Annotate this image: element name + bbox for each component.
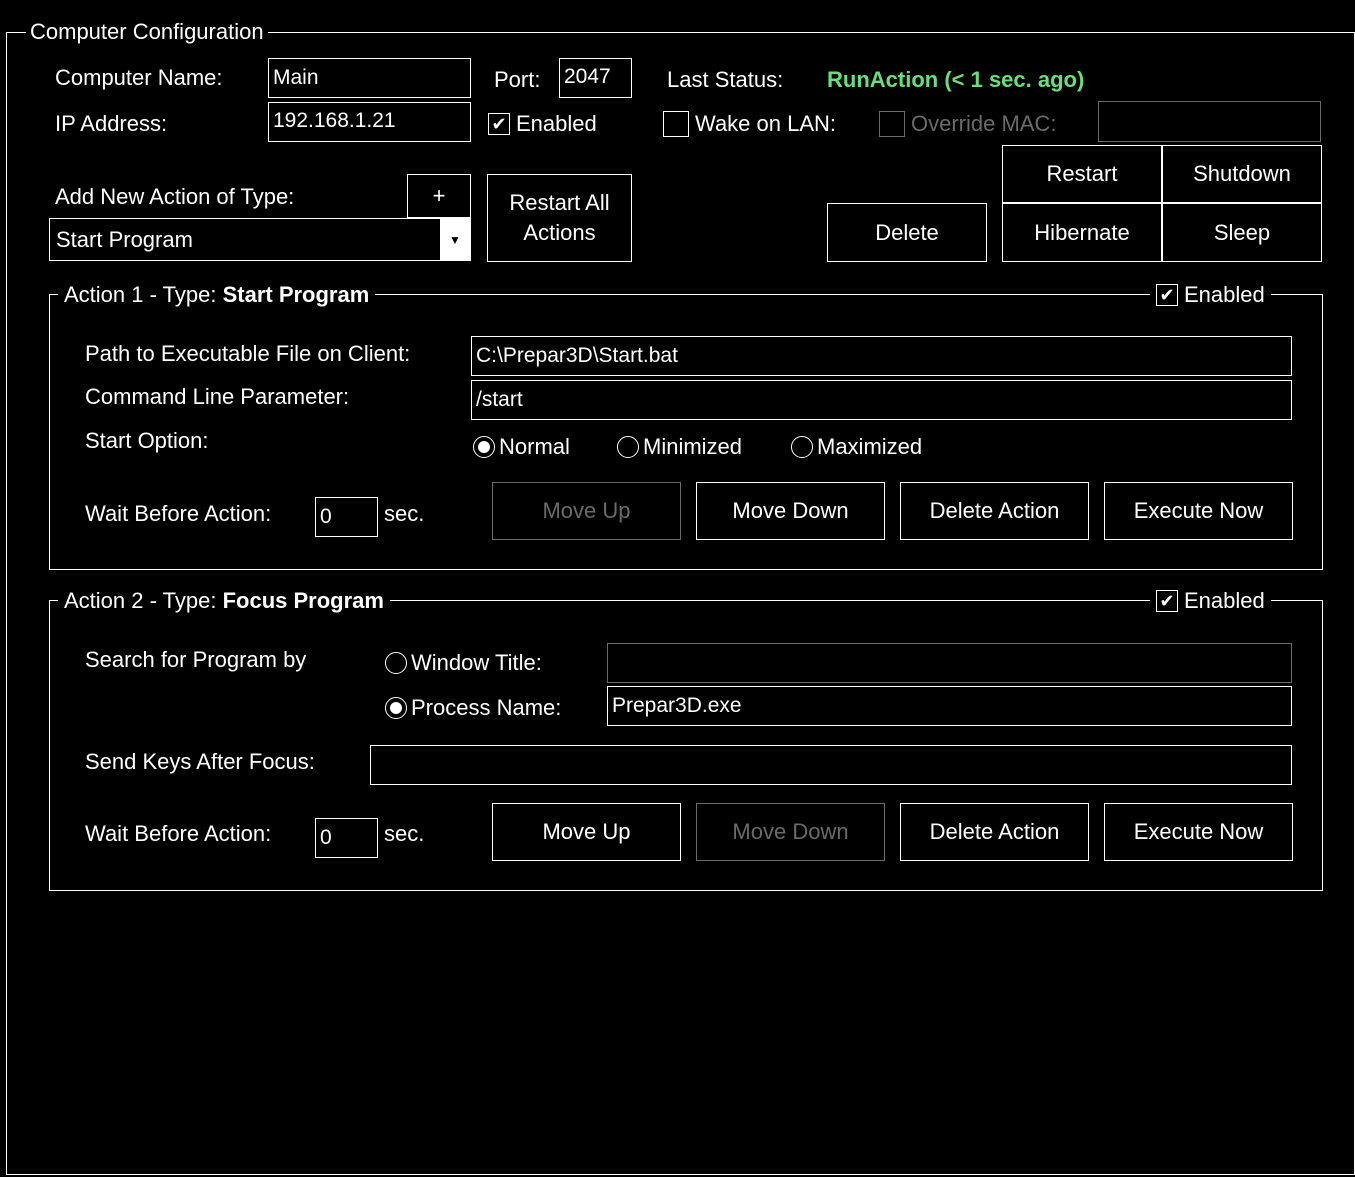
- sleep-button[interactable]: Sleep: [1162, 203, 1322, 262]
- add-action-button[interactable]: +: [407, 174, 471, 218]
- computer-config-legend: Computer Configuration: [26, 19, 268, 45]
- restart-all-line2: Actions: [523, 220, 596, 245]
- action1-wait-field[interactable]: 0: [315, 497, 378, 537]
- enabled-label: Enabled: [516, 111, 597, 136]
- add-action-label: Add New Action of Type:: [55, 184, 295, 209]
- window-title-field[interactable]: [607, 643, 1292, 683]
- action1-execute-button[interactable]: Execute Now: [1104, 482, 1293, 540]
- cmd-param-field[interactable]: /start: [471, 380, 1292, 420]
- search-by-label: Search for Program by: [85, 647, 307, 672]
- start-option-label: Start Option:: [85, 428, 209, 453]
- check-icon: ✔: [1156, 590, 1178, 612]
- check-icon: ✔: [488, 113, 510, 135]
- send-keys-label: Send Keys After Focus:: [85, 749, 315, 774]
- hibernate-button[interactable]: Hibernate: [1002, 203, 1162, 262]
- last-status-label: Last Status:: [667, 67, 784, 92]
- action-type-selected: Start Program: [56, 226, 193, 252]
- shutdown-button[interactable]: Shutdown: [1162, 145, 1322, 203]
- restart-all-actions-button[interactable]: Restart All Actions: [487, 174, 632, 262]
- action2-wait-field[interactable]: 0: [315, 818, 378, 858]
- radio-normal-label: Normal: [499, 434, 570, 459]
- radio-minimized-label: Minimized: [643, 434, 743, 459]
- restart-button[interactable]: Restart: [1002, 145, 1162, 203]
- radio-maximized[interactable]: Maximized: [791, 434, 922, 460]
- port-label: Port:: [494, 67, 541, 92]
- radio-maximized-label: Maximized: [817, 434, 923, 459]
- action1-move-up-button[interactable]: Move Up: [492, 482, 681, 540]
- action2-enabled-label: Enabled: [1184, 588, 1265, 613]
- action1-move-down-button[interactable]: Move Down: [696, 482, 885, 540]
- action2-legend-prefix: Action 2 - Type:: [64, 588, 217, 613]
- action2-wait-unit: sec.: [384, 821, 425, 846]
- wake-on-lan-checkbox[interactable]: Wake on LAN:: [663, 111, 836, 137]
- last-status-value: RunAction (< 1 sec. ago): [827, 67, 1085, 92]
- restart-all-line1: Restart All: [509, 190, 610, 215]
- action2-legend-type: Focus Program: [222, 588, 384, 613]
- ip-address-label: IP Address:: [55, 111, 168, 136]
- radio-window-title[interactable]: Window Title:: [385, 650, 542, 676]
- action1-legend-type: Start Program: [222, 282, 370, 307]
- radio-selected-icon: [385, 697, 407, 719]
- radio-selected-icon: [473, 436, 495, 458]
- action1-legend: Action 1 - Type: Start Program: [58, 282, 376, 308]
- process-name-label: Process Name:: [411, 695, 562, 720]
- path-field[interactable]: C:\Prepar3D\Start.bat: [471, 336, 1292, 376]
- computer-name-field[interactable]: Main: [268, 58, 471, 98]
- path-label: Path to Executable File on Client:: [85, 341, 411, 366]
- enabled-checkbox[interactable]: ✔ Enabled: [488, 111, 597, 137]
- action-type-dropdown[interactable]: Start Program ▼: [49, 218, 471, 261]
- override-mac-field[interactable]: [1098, 101, 1321, 142]
- action1-enabled-checkbox[interactable]: ✔ Enabled: [1150, 282, 1271, 308]
- override-mac-label: Override MAC:: [911, 111, 1057, 136]
- action1-enabled-label: Enabled: [1184, 282, 1265, 307]
- cmd-param-label: Command Line Parameter:: [85, 384, 350, 409]
- port-field[interactable]: 2047: [559, 58, 632, 98]
- action2-delete-button[interactable]: Delete Action: [900, 803, 1089, 861]
- radio-minimized[interactable]: Minimized: [617, 434, 742, 460]
- action1-wait-unit: sec.: [384, 501, 425, 526]
- check-icon: ✔: [1156, 284, 1178, 306]
- delete-computer-button[interactable]: Delete: [827, 203, 987, 262]
- wake-on-lan-label: Wake on LAN:: [695, 111, 837, 136]
- radio-unselected-icon: [617, 436, 639, 458]
- radio-normal[interactable]: Normal: [473, 434, 570, 460]
- action2-legend: Action 2 - Type: Focus Program: [58, 588, 390, 614]
- action2-move-down-button[interactable]: Move Down: [696, 803, 885, 861]
- radio-unselected-icon: [385, 652, 407, 674]
- unchecked-box-icon: [879, 111, 905, 137]
- radio-unselected-icon: [791, 436, 813, 458]
- process-name-field[interactable]: Prepar3D.exe: [607, 686, 1292, 726]
- action2-wait-label: Wait Before Action:: [85, 821, 272, 846]
- action2-move-up-button[interactable]: Move Up: [492, 803, 681, 861]
- action1-delete-button[interactable]: Delete Action: [900, 482, 1089, 540]
- action1-wait-label: Wait Before Action:: [85, 501, 272, 526]
- ip-address-field[interactable]: 192.168.1.21: [268, 102, 471, 142]
- unchecked-box-icon: [663, 111, 689, 137]
- send-keys-field[interactable]: [370, 745, 1292, 785]
- action1-legend-prefix: Action 1 - Type:: [64, 282, 217, 307]
- action2-enabled-checkbox[interactable]: ✔ Enabled: [1150, 588, 1271, 614]
- chevron-down-icon: ▼: [440, 219, 470, 260]
- window-title-label: Window Title:: [411, 650, 542, 675]
- radio-process-name[interactable]: Process Name:: [385, 695, 561, 721]
- computer-name-label: Computer Name:: [55, 65, 223, 90]
- action2-execute-button[interactable]: Execute Now: [1104, 803, 1293, 861]
- override-mac-checkbox[interactable]: Override MAC:: [879, 111, 1056, 137]
